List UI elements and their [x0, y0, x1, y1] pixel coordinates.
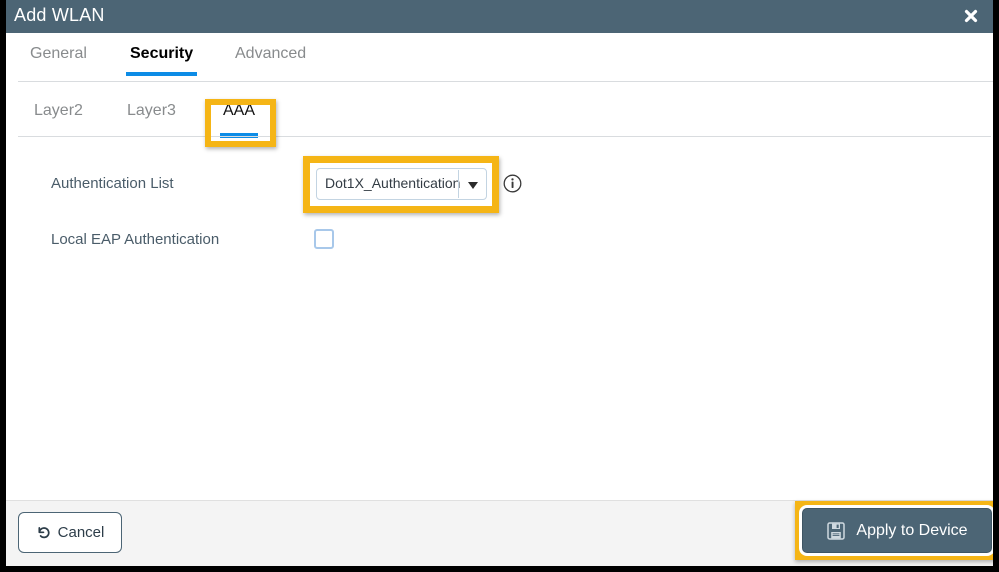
sub-tab-bar: Layer2 Layer3 AAA — [6, 82, 993, 138]
select-divider — [458, 170, 459, 198]
tab-general[interactable]: General — [30, 45, 87, 76]
subtab-layer2[interactable]: Layer2 — [34, 102, 83, 138]
authentication-list-select[interactable]: Dot1X_Authentication — [316, 168, 487, 200]
authentication-list-value: Dot1X_Authentication — [325, 175, 460, 191]
apply-to-device-button[interactable]: Apply to Device — [802, 508, 992, 553]
tab-advanced[interactable]: Advanced — [235, 45, 306, 76]
main-tab-bar: General Security Advanced — [6, 33, 993, 82]
local-eap-authentication-checkbox[interactable] — [314, 229, 334, 249]
subtab-aaa[interactable]: AAA — [219, 102, 259, 138]
dialog-titlebar: Add WLAN — [6, 0, 993, 33]
cancel-button-label: Cancel — [57, 524, 105, 541]
tab-security[interactable]: Security — [125, 45, 198, 76]
close-icon[interactable] — [961, 6, 981, 26]
cancel-button[interactable]: Cancel — [18, 512, 122, 553]
dialog-title: Add WLAN — [14, 5, 105, 25]
chevron-down-icon — [468, 182, 478, 189]
save-icon — [827, 521, 846, 540]
local-eap-authentication-label: Local EAP Authentication — [51, 231, 220, 248]
subtab-layer3[interactable]: Layer3 — [127, 102, 176, 138]
add-wlan-dialog: Add WLAN General Security Advanced Layer… — [6, 0, 993, 566]
apply-to-device-label: Apply to Device — [856, 521, 968, 539]
info-icon[interactable] — [503, 174, 522, 193]
sub-tab-divider — [18, 136, 991, 137]
undo-icon — [38, 526, 50, 538]
authentication-list-label: Authentication List — [51, 175, 174, 192]
